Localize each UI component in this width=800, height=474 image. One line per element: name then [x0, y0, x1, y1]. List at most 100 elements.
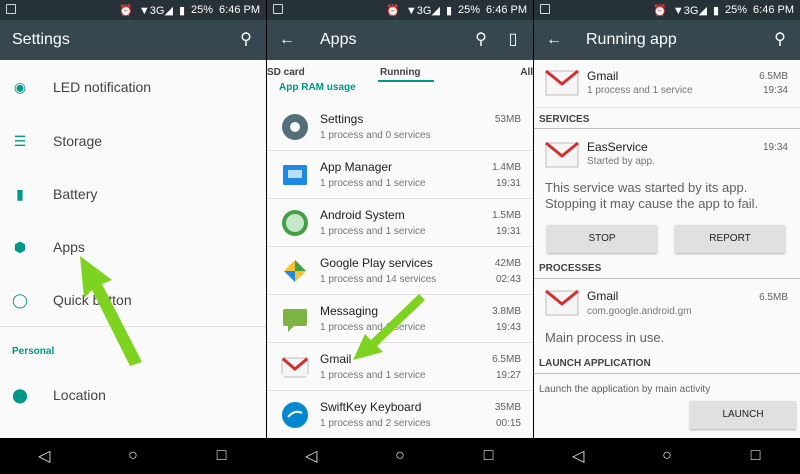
settings-item-led[interactable]: ◉ LED notification [0, 60, 266, 114]
page-title: Settings [12, 31, 70, 48]
process-package: com.google.android.gm [587, 306, 692, 317]
app-row[interactable]: SwiftKey Keyboard 1 process and 2 servic… [267, 391, 533, 439]
messaging-icon [283, 309, 307, 332]
app-bar: ← Apps ⚲ ▯ [267, 20, 533, 60]
settings-screen: ⏰ ▼3G◢ ▮ 25% 6:46 PM Settings ⚲ ◉ LED no… [0, 0, 266, 474]
app-size: 6.5MB [759, 71, 788, 82]
signal-icon: ▼3G◢ [405, 4, 440, 17]
app-size: 1.5MB [492, 210, 521, 221]
app-name: Google Play services [320, 256, 433, 270]
android-icon: ⬢ [13, 239, 27, 255]
app-row[interactable]: Google Play services 1 process and 14 se… [267, 247, 533, 295]
tab-all[interactable]: All [520, 67, 533, 78]
battery-percent: 25% [458, 4, 481, 16]
launch-button[interactable]: LAUNCH [690, 401, 796, 429]
recents-nav-icon[interactable]: □ [744, 447, 768, 465]
settings-item-storage[interactable]: ☰ Storage [0, 114, 266, 168]
alarm-icon: ⏰ [386, 4, 400, 17]
home-nav-icon[interactable]: ○ [121, 447, 145, 465]
back-arrow-icon[interactable]: ← [277, 30, 297, 50]
section-header: SERVICES [539, 114, 590, 125]
settings-item-battery[interactable]: ▮ Battery [0, 167, 266, 221]
app-sub: 1 process and 2 services [320, 418, 431, 429]
settings-item-label: Storage [53, 133, 103, 149]
report-button[interactable]: REPORT [675, 225, 785, 253]
battery-percent: 25% [725, 4, 748, 16]
launch-description: Launch the application by main activity [539, 384, 711, 395]
app-row[interactable]: Messaging 1 process and 1 service 3.8MB … [267, 295, 533, 343]
navigation-bar: ◁ ○ □ [0, 438, 266, 474]
gmail-icon [545, 142, 579, 168]
back-nav-icon[interactable]: ◁ [32, 446, 56, 466]
alarm-icon: ⏰ [653, 4, 667, 17]
app-manager-icon [283, 165, 307, 185]
ram-usage-label: App RAM usage [279, 82, 356, 93]
app-time: 19:27 [495, 370, 521, 381]
app-sub: 1 process and 1 service [320, 370, 426, 381]
stop-button[interactable]: STOP [547, 225, 657, 253]
settings-item-quick-button[interactable]: ◯ Quick button [0, 273, 266, 327]
back-nav-icon[interactable]: ◁ [566, 446, 590, 466]
battery-icon: ▮ [178, 4, 185, 17]
app-row[interactable]: Android System 1 process and 1 service 1… [267, 199, 533, 247]
app-name: Messaging [320, 304, 379, 318]
search-icon[interactable]: ⚲ [770, 30, 790, 50]
app-time: 19:31 [495, 178, 521, 189]
app-size: 42MB [494, 258, 521, 269]
signal-icon: ▼3G◢ [672, 4, 707, 17]
app-size: 6.5MB [492, 354, 521, 365]
location-pin-icon: ⬤ [12, 387, 28, 403]
clock: 6:46 PM [219, 4, 260, 16]
running-app-screen: ⏰ ▼3G◢ ▮ 25% 6:46 PM ← Running app ⚲ Gma… [534, 0, 800, 474]
app-name: Gmail [320, 352, 352, 366]
settings-item-label: Location [53, 387, 106, 403]
app-size: 1.4MB [492, 162, 521, 173]
apps-screen: ⏰ ▼3G◢ ▮ 25% 6:46 PM ← Apps ⚲ ▯ SD card … [267, 0, 533, 474]
led-icon: ◉ [13, 79, 27, 95]
quick-button-icon: ◯ [12, 292, 28, 308]
battery-icon: ▮ [16, 186, 24, 202]
divider [0, 326, 266, 327]
image-notification-icon [6, 4, 16, 14]
tab-sd-card[interactable]: SD card [267, 67, 305, 78]
settings-item-label: LED notification [53, 79, 152, 95]
search-icon[interactable]: ⚲ [236, 30, 256, 50]
android-system-icon [282, 210, 308, 236]
recents-nav-icon[interactable]: □ [477, 447, 501, 465]
app-sub: 1 process and 1 service [587, 85, 693, 96]
app-bar: ← Running app ⚲ [534, 20, 800, 60]
clock: 6:46 PM [486, 4, 527, 16]
settings-item-apps[interactable]: ⬢ Apps [0, 220, 266, 274]
app-sub: 1 process and 0 services [320, 130, 431, 141]
settings-item-label: Apps [53, 239, 85, 255]
app-row[interactable]: Settings 1 process and 0 services 53MB [267, 103, 533, 151]
home-nav-icon[interactable]: ○ [388, 447, 412, 465]
section-header: PROCESSES [539, 263, 602, 274]
search-icon[interactable]: ⚲ [471, 30, 491, 50]
app-name: Gmail [587, 69, 619, 83]
home-nav-icon[interactable]: ○ [655, 447, 679, 465]
recents-nav-icon[interactable]: □ [210, 447, 234, 465]
gmail-icon [545, 70, 579, 96]
play-services-icon [284, 260, 306, 282]
app-row[interactable]: App Manager 1 process and 1 service 1.4M… [267, 151, 533, 199]
sd-storage-icon[interactable]: ▯ [503, 30, 523, 50]
app-row[interactable]: Gmail 1 process and 1 service 6.5MB 19:2… [267, 343, 533, 391]
navigation-bar: ◁ ○ □ [267, 438, 533, 474]
service-name: EasService [587, 140, 648, 154]
section-header: LAUNCH APPLICATION [539, 358, 651, 369]
settings-item-location[interactable]: ⬤ Location [0, 368, 266, 422]
storage-icon: ☰ [13, 133, 27, 149]
battery-percent: 25% [191, 4, 214, 16]
settings-item-label: Battery [53, 186, 98, 202]
tab-running[interactable]: Running [380, 67, 421, 78]
service-time: 19:34 [762, 142, 788, 153]
app-sub: 1 process and 1 service [320, 322, 426, 333]
app-size: 3.8MB [492, 306, 521, 317]
back-arrow-icon[interactable]: ← [544, 30, 564, 50]
back-nav-icon[interactable]: ◁ [299, 446, 323, 466]
app-time: 19:31 [495, 226, 521, 237]
process-name: Gmail [587, 289, 619, 303]
gmail-icon [545, 290, 579, 316]
tab-indicator [378, 80, 434, 82]
